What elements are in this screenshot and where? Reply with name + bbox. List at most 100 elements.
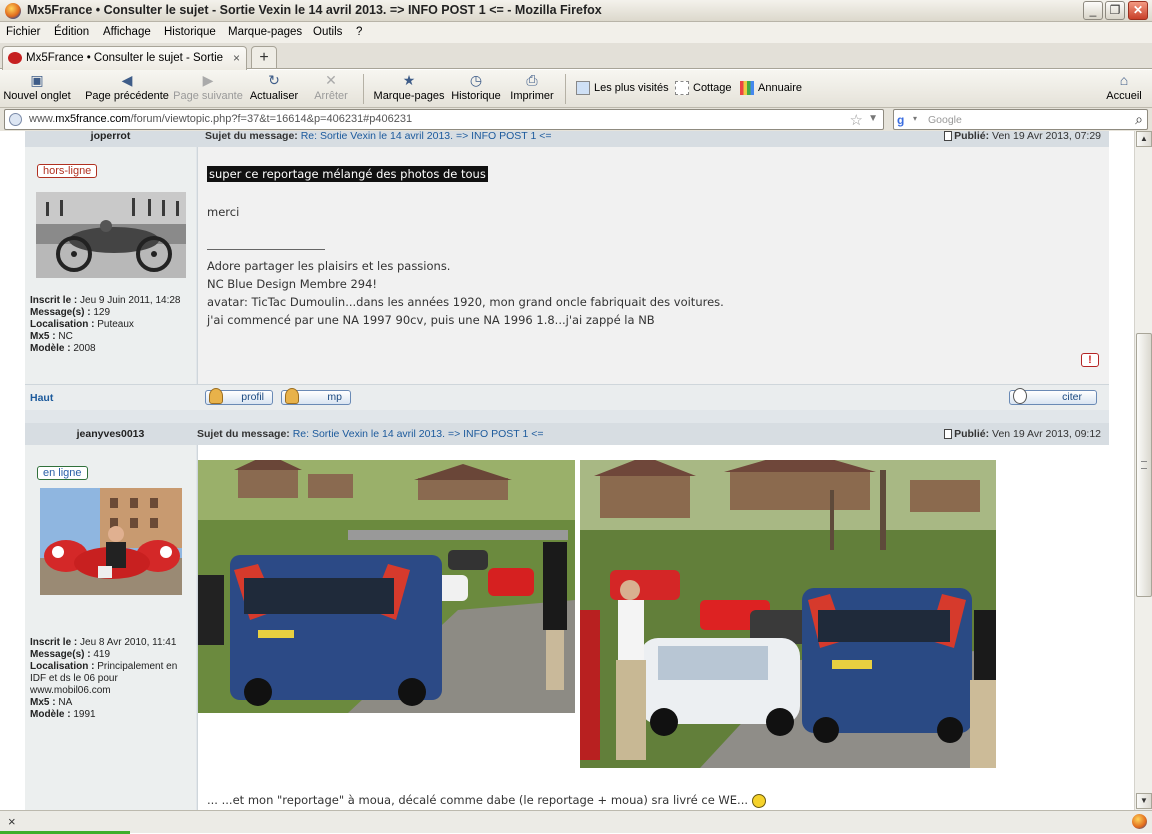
author-details: Inscrit le : Jeu 9 Juin 2011, 14:28 Mess…	[30, 295, 181, 354]
message-count: 419	[93, 649, 111, 660]
vertical-scrollbar[interactable]: ▲ ▼	[1134, 131, 1152, 810]
grip-icon	[1141, 461, 1147, 469]
printer-icon: ⎙	[526, 72, 538, 88]
menu-affichage[interactable]: Affichage	[103, 26, 151, 38]
engine-dropdown-icon[interactable]: ▾	[913, 114, 917, 123]
bookmark-cottage[interactable]: Cottage	[675, 81, 732, 95]
stop-x-icon: ✕	[325, 72, 337, 88]
clock-icon: ◷	[469, 72, 483, 88]
annuaire-icon	[740, 81, 754, 95]
status-badge-online: en ligne	[37, 466, 88, 480]
post-photo[interactable]	[580, 460, 996, 768]
site-identity-icon[interactable]	[9, 113, 22, 126]
bookmark-most-visited[interactable]: Les plus visités	[576, 81, 669, 95]
post-author[interactable]: joperrot	[25, 131, 196, 147]
bookmarks-button[interactable]: ★ Marque-pages	[372, 72, 446, 102]
author-mx5: NC	[58, 331, 73, 342]
search-icon[interactable]: ⌕	[1135, 111, 1143, 128]
bookmark-star-icon: ★	[402, 72, 416, 88]
forum-post: jeanyves0013 Sujet du message: Re: Sorti…	[25, 423, 1109, 810]
tab-bar: Mx5France • Consulter le sujet - Sortie …	[0, 43, 1152, 70]
post-text: ... ...et mon "reportage" à moua, décalé…	[207, 793, 766, 808]
menu-fichier[interactable]: Fichier	[6, 26, 41, 38]
post-subject-link[interactable]: Re: Sortie Vexin le 14 avril 2013. => IN…	[301, 131, 552, 142]
menu-historique[interactable]: Historique	[164, 26, 216, 38]
scroll-up-icon[interactable]: ▲	[1136, 131, 1152, 147]
url-dropdown-icon[interactable]: ▼	[868, 113, 878, 124]
signature-divider	[207, 249, 325, 250]
author-location: Puteaux	[97, 319, 134, 330]
menu-edition[interactable]: Édition	[54, 26, 89, 38]
new-tab-button[interactable]: +	[251, 46, 277, 69]
google-engine-icon[interactable]: g	[897, 113, 911, 127]
post-author[interactable]: jeanyves0013	[25, 423, 196, 445]
firefox-logo-icon	[5, 3, 21, 19]
scroll-down-icon[interactable]: ▼	[1136, 793, 1152, 809]
bookmark-star-icon[interactable]: ☆	[850, 111, 863, 129]
speech-bubble-icon	[1013, 388, 1027, 404]
tab-label: Mx5France • Consulter le sujet - Sortie …	[26, 52, 226, 64]
post-date: Publié: Ven 19 Avr 2013, 09:12	[944, 423, 1101, 445]
signature-line: avatar: TicTac Dumoulin...dans les année…	[207, 295, 724, 309]
post-subject: Sujet du message: Re: Sortie Vexin le 14…	[205, 131, 552, 142]
home-icon: ⌂	[1119, 72, 1129, 88]
private-message-button[interactable]: mp	[281, 388, 351, 405]
profile-button[interactable]: profil	[205, 388, 273, 405]
forward-button[interactable]: ▶ Page suivante	[172, 72, 244, 102]
home-button[interactable]: ⌂ Accueil	[1102, 72, 1146, 102]
new-tab-toolbar-button[interactable]: ▣ Nouvel onglet	[2, 72, 72, 102]
forum-post: joperrot Sujet du message: Re: Sortie Ve…	[25, 131, 1109, 412]
window-title: Mx5France • Consulter le sujet - Sortie …	[27, 3, 602, 17]
signature-line: NC Blue Design Membre 294!	[207, 277, 378, 291]
avatar	[36, 192, 186, 278]
signature-line: Adore partager les plaisirs et les passi…	[207, 259, 451, 273]
menu-help[interactable]: ?	[356, 26, 362, 38]
page-content: joperrot Sujet du message: Re: Sortie Ve…	[0, 131, 1134, 810]
bookmark-annuaire[interactable]: Annuaire	[740, 81, 802, 95]
forward-arrow-icon: ▶	[202, 72, 214, 88]
navigation-toolbar: ▣ Nouvel onglet ◀ Page précédente ▶ Page su…	[0, 70, 1152, 108]
address-field[interactable]: www.mx5france.com/forum/viewtopic.php?f=…	[4, 109, 884, 130]
post-photo[interactable]	[198, 460, 575, 713]
address-text: www.mx5france.com/forum/viewtopic.php?f=…	[29, 113, 413, 125]
quote-button[interactable]: citer	[1009, 388, 1097, 405]
most-visited-icon	[576, 81, 590, 95]
back-button[interactable]: ◀ Page précédente	[84, 72, 170, 102]
search-field[interactable]: g ▾ Google ⌕	[893, 109, 1148, 130]
print-button[interactable]: ⎙ Imprimer	[509, 72, 555, 102]
close-window-button[interactable]: ✕	[1128, 1, 1148, 20]
post-header: joperrot Sujet du message: Re: Sortie Ve…	[25, 131, 1109, 147]
stop-button[interactable]: ✕ Arrêter	[310, 72, 352, 102]
post-header: jeanyves0013 Sujet du message: Re: Sorti…	[25, 423, 1109, 445]
user-icon	[209, 388, 223, 404]
menu-outils[interactable]: Outils	[313, 26, 342, 38]
avatar	[40, 488, 182, 595]
report-post-button[interactable]: !	[1081, 353, 1099, 367]
new-tab-icon: ▣	[30, 72, 44, 88]
users-icon	[285, 388, 299, 404]
page-icon	[675, 81, 689, 95]
author-profile: en ligne Inscrit le : Jeu 8 Avr 2010, 11…	[25, 445, 196, 810]
close-findbar-icon[interactable]: ×	[8, 814, 16, 829]
status-badge-offline: hors-ligne	[37, 164, 98, 178]
search-placeholder: Google	[928, 114, 962, 126]
maximize-button[interactable]: ❐	[1105, 1, 1125, 20]
history-button[interactable]: ◷ Historique	[450, 72, 502, 102]
scroll-thumb[interactable]	[1136, 333, 1152, 597]
author-profile: hors-ligne Inscrit le : Jeu 9 Juin 2011,…	[25, 147, 196, 384]
minimize-button[interactable]: _	[1083, 1, 1103, 20]
post-icon	[944, 429, 953, 440]
author-mx5: NA	[58, 697, 73, 708]
reload-button[interactable]: ↻ Actualiser	[248, 72, 300, 102]
firefox-status-icon	[1132, 814, 1147, 829]
window-titlebar: Mx5France • Consulter le sujet - Sortie …	[0, 0, 1152, 22]
reload-icon: ↻	[268, 72, 280, 88]
back-to-top-link[interactable]: Haut	[30, 392, 53, 404]
site-favicon-icon	[8, 52, 22, 64]
menu-marque-pages[interactable]: Marque-pages	[228, 26, 302, 38]
author-model: 2008	[73, 343, 96, 354]
post-subject-link[interactable]: Re: Sortie Vexin le 14 avril 2013. => IN…	[293, 428, 544, 440]
tab-active[interactable]: Mx5France • Consulter le sujet - Sortie …	[2, 46, 247, 70]
tab-close-icon[interactable]: ×	[233, 51, 240, 65]
status-bar: ×	[0, 810, 1152, 834]
